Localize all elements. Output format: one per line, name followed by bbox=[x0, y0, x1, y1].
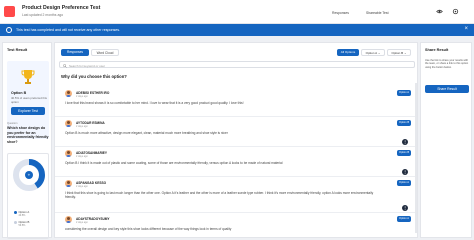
response-text: I love that this brand shows it is so co… bbox=[65, 101, 244, 105]
search-placeholder: Search for keyword or user bbox=[69, 63, 106, 68]
avatar bbox=[65, 90, 72, 97]
response-time: 2 days ago bbox=[76, 221, 88, 224]
chevron-down-icon: ⌄ bbox=[404, 51, 407, 55]
explorer-test-button[interactable]: Explorer Test bbox=[11, 107, 45, 115]
page-title: Product Design Preference Test bbox=[22, 5, 101, 11]
question-label: Question bbox=[7, 122, 18, 125]
legend-option-b: Option B 59.5% bbox=[14, 220, 29, 227]
share-result-button[interactable]: Share Result bbox=[425, 85, 469, 93]
question-text: Which shoe design do you prefer for an e… bbox=[7, 126, 49, 144]
response-time: 2 days ago bbox=[76, 185, 88, 188]
response-time: 2 days ago bbox=[76, 155, 88, 158]
option-badge: Option A bbox=[397, 180, 411, 186]
legend-option-a: Option A 40.5% bbox=[14, 210, 29, 217]
response-text: considering the overall design and key s… bbox=[65, 227, 232, 231]
option-badge: Option B bbox=[397, 150, 411, 156]
result-chart-card: + Option A 40.5% Option B 59.5% bbox=[7, 153, 49, 239]
app-logo bbox=[4, 6, 15, 17]
winner-subtext: 40.5% of users preferred this option bbox=[11, 96, 47, 104]
response-item: ASPANGAD KESSO 2 days ago I think that t… bbox=[55, 177, 417, 213]
option-badge: Option B bbox=[397, 120, 411, 126]
info-icon bbox=[6, 27, 12, 33]
filter-option-a[interactable]: Option A ⌄ bbox=[361, 49, 385, 56]
scrollbar[interactable] bbox=[415, 83, 417, 233]
option-badge: Option A bbox=[397, 90, 411, 96]
avatar bbox=[65, 150, 72, 157]
banner-text: This test has completed and will not rec… bbox=[16, 27, 121, 32]
tab-word-cloud[interactable]: Word Cloud bbox=[91, 49, 119, 56]
nav-responses[interactable]: Responses bbox=[332, 11, 349, 15]
legend-dot bbox=[14, 210, 17, 214]
response-author: AYTODAR ESMINA bbox=[76, 120, 105, 125]
search-icon bbox=[63, 63, 67, 68]
response-author: ADEBISI ESTHER IRO bbox=[76, 90, 110, 95]
filter-option-b[interactable]: Option B ⌄ bbox=[387, 49, 411, 56]
donut-chart: + bbox=[13, 159, 45, 191]
more-options-icon[interactable]: ⋮ bbox=[402, 169, 408, 175]
close-icon[interactable]: × bbox=[464, 26, 468, 32]
response-question: Why did you choose this option? bbox=[61, 74, 127, 79]
response-time: 2 days ago bbox=[76, 95, 88, 98]
response-item: ADIATOSANMARIEY 2 days ago Option B I th… bbox=[55, 147, 417, 177]
response-text: Option B I think it is made out of plast… bbox=[65, 161, 283, 165]
more-options-icon[interactable]: ⋮ bbox=[402, 205, 408, 211]
nav-shareable-test[interactable]: Shareable Test bbox=[366, 11, 389, 15]
response-text: I think that this shoe is going to last … bbox=[65, 191, 374, 200]
response-time: 2 days ago bbox=[76, 125, 88, 128]
share-description: Use the link to share your results with … bbox=[425, 59, 469, 69]
eye-icon[interactable] bbox=[436, 8, 443, 15]
share-result-panel: Share Result Use the link to share your … bbox=[420, 42, 472, 238]
top-bar: Product Design Preference Test Last upda… bbox=[0, 0, 474, 24]
response-author: ASPANGAD KESSO bbox=[76, 180, 107, 185]
option-badge: Option A bbox=[397, 216, 411, 222]
settings-icon[interactable] bbox=[452, 8, 459, 15]
response-author: ADIATOSANMARIEY bbox=[76, 150, 108, 155]
response-text: Option B is much more attractive, design… bbox=[65, 131, 228, 135]
response-item: ADEBISI ESTHER IRO 2 days ago I love tha… bbox=[55, 87, 417, 117]
chevron-down-icon: ⌄ bbox=[377, 51, 381, 55]
response-item: ADAYSTRADOYSUMY 2 days ago considering t… bbox=[55, 213, 417, 237]
avatar bbox=[65, 180, 72, 187]
avatar bbox=[65, 120, 72, 127]
responses-panel: Responses Word Cloud All Options Option … bbox=[54, 42, 418, 238]
test-result-panel: Test Result Option B 40.5% of users pref… bbox=[2, 42, 52, 239]
page-subtitle: Last updated 2 months ago bbox=[22, 13, 64, 17]
response-author: ADAYSTRADOYSUMY bbox=[76, 216, 110, 221]
legend-dot bbox=[14, 220, 17, 224]
share-result-title: Share Result bbox=[425, 48, 449, 52]
donut-center-icon: + bbox=[28, 173, 31, 178]
test-result-title: Test Result bbox=[7, 48, 28, 52]
response-item: AYTODAR ESMINA 2 days ago Option B is mu… bbox=[55, 117, 417, 147]
trophy-icon bbox=[21, 70, 35, 84]
search-input[interactable]: Search for keyword or user bbox=[59, 61, 415, 68]
tab-responses[interactable]: Responses bbox=[61, 49, 89, 56]
more-options-icon[interactable]: ⋮ bbox=[402, 139, 408, 145]
winner-option: Option B bbox=[11, 91, 27, 95]
completed-banner: This test has completed and will not rec… bbox=[0, 24, 474, 36]
filter-all-options[interactable]: All Options bbox=[337, 49, 359, 56]
avatar bbox=[65, 216, 72, 223]
